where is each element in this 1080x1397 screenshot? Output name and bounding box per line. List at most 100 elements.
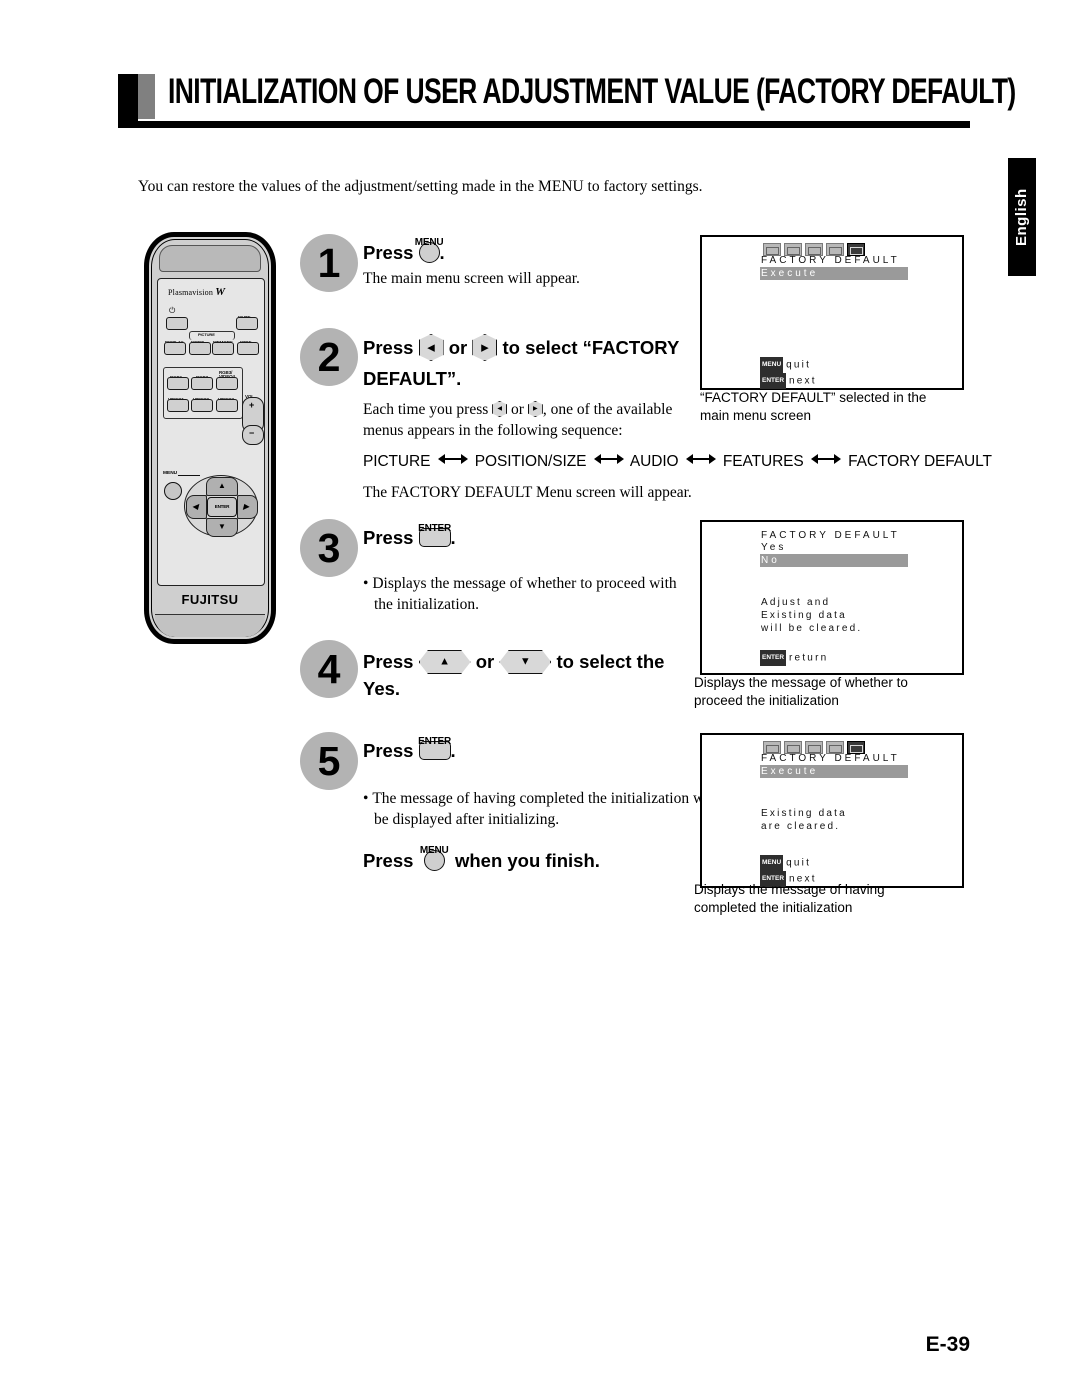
osd-screen-complete: FACTORY DEFAULT Execute Existing data ar… <box>700 733 964 888</box>
step-4-or-word: or <box>475 651 495 672</box>
finish-line: Press MENU when you finish. <box>363 845 600 874</box>
remote-wide-button <box>237 342 259 355</box>
finish-headline: Press MENU when you finish. <box>363 845 600 874</box>
remote-brand-top-mark: W <box>215 286 226 298</box>
header-rule <box>118 121 970 128</box>
step-3-press-word: Press <box>363 527 414 548</box>
step-3-body: Press ENTER . • Displays the message of … <box>363 523 693 615</box>
osd-footer-next-text: next <box>789 375 817 387</box>
remote-button-panel: Plasmavision W ⏻ MUTE PICTURE DISPLAY MO… <box>157 278 265 586</box>
osd-screen-confirm: FACTORY DEFAULT Yes No Adjust and Existi… <box>700 520 964 675</box>
osd-caption-confirm: Displays the message of whether to proce… <box>694 675 908 708</box>
remote-brand-bottom: FUJITSU <box>181 592 239 607</box>
osd-footer-return-text: return <box>789 652 829 664</box>
triangle-right-icon: ▶ <box>243 502 250 511</box>
menu-sequence-line: PICTURE POSITION/SIZE AUDIO FEATURES FAC… <box>363 453 992 471</box>
step-5-headline: Press ENTER . <box>363 736 693 764</box>
osd-message: Adjust and Existing data will be cleared… <box>761 597 863 634</box>
osd-footer-quit-text: quit <box>786 857 812 869</box>
double-arrow-icon <box>437 453 468 465</box>
triangle-up-icon: ▲ <box>218 481 226 490</box>
osd-footer: MENU quit ENTER next <box>760 357 817 389</box>
language-side-tab-label: English <box>1013 188 1030 246</box>
header-black-block <box>118 74 138 122</box>
remote-picture-group-label: PICTURE <box>198 332 215 337</box>
osd-footer-quit-text: quit <box>786 359 812 371</box>
double-arrow-icon <box>810 453 841 465</box>
osd-option-yes: Yes <box>761 542 787 553</box>
remote-rgb2-button <box>191 377 213 390</box>
triangle-left-icon: ◀ <box>427 342 435 352</box>
remote-memory-button <box>212 342 234 355</box>
osd-message: Existing data are cleared. <box>761 808 847 832</box>
step-5-sub-text: The message of having completed the init… <box>372 790 718 828</box>
enter-key-icon: ENTER <box>418 523 451 547</box>
step-5-body: Press ENTER . • The message of having co… <box>363 736 717 830</box>
triangle-left-icon: ◀ <box>192 502 199 511</box>
step-3-badge: 3 <box>300 519 358 577</box>
osd-caption-main-menu: “FACTORY DEFAULT” selected in the main m… <box>700 390 927 423</box>
osd-footer-line: ENTER next <box>760 373 817 389</box>
enter-key-chip: ENTER <box>760 373 787 389</box>
remote-mute-button <box>236 317 258 330</box>
step-2-sub-or: or <box>511 401 524 418</box>
osd-screen-main-menu: FACTORY DEFAULT Execute MENU quit ENTER ne… <box>700 235 964 390</box>
double-arrow-icon <box>685 453 716 465</box>
remote-rgb1-button <box>167 377 189 390</box>
step-2-sub: Each time you press ◀ or ▶, one of the a… <box>363 399 693 441</box>
remote-enter-button: ENTER <box>207 497 237 517</box>
header-gray-block <box>138 74 155 119</box>
step-1-body: Press MENU . The main menu screen will a… <box>363 237 693 289</box>
double-arrow-icon <box>593 453 624 465</box>
remote-display-button <box>164 342 186 355</box>
osd-caption-complete: Displays the message of having completed… <box>694 882 885 915</box>
step-1-press-word: Press <box>363 242 414 263</box>
remote-power-button <box>166 317 188 330</box>
menu-key-chip: MENU <box>760 855 784 871</box>
triangle-right-icon: ▶ <box>481 342 489 352</box>
step-2-sub-before: Each time you press <box>363 401 489 418</box>
enter-key-caption: ENTER <box>418 523 451 534</box>
dpad-left-button: ◀ <box>186 495 207 519</box>
menu-key-caption: MENU <box>414 237 444 248</box>
remote-brand-top-text: Plasmavision <box>168 288 214 297</box>
step-1-sub: The main menu screen will appear. <box>363 270 580 287</box>
enter-key-chip: ENTER <box>760 650 787 666</box>
step-1-badge: 1 <box>300 234 358 292</box>
remote-dpad: ▲ ▼ ◀ ▶ ENTER <box>184 475 258 537</box>
menu-sequence-item-position-size: POSITION/SIZE <box>474 453 587 470</box>
left-arrow-key-icon: ◀ <box>418 334 444 361</box>
step-4-press-word: Press <box>363 651 414 672</box>
menu-key-caption: MENU <box>419 845 449 856</box>
remote-rgb3-video4-button <box>216 377 238 390</box>
menu-key-chip: MENU <box>760 357 784 373</box>
remote-video2-button <box>191 399 213 412</box>
step-3-headline: Press ENTER . <box>363 523 693 551</box>
osd-footer-line: MENU quit <box>760 855 817 871</box>
step-5-period: . <box>450 740 456 761</box>
step-5-badge: 5 <box>300 732 358 790</box>
intro-text: You can restore the values of the adjust… <box>138 178 703 195</box>
step-2-badge: 2 <box>300 328 358 386</box>
remote-mode-button <box>189 342 211 355</box>
finish-press-word: Press <box>363 850 414 871</box>
enter-key-icon: ENTER <box>418 736 451 760</box>
osd-footer: ENTER return <box>760 650 828 666</box>
step-2-or-word: or <box>448 337 468 358</box>
menu-sequence-item-factory-default: FACTORY DEFAULT <box>848 453 992 470</box>
menu-key-icon: MENU <box>420 845 449 871</box>
menu-sequence-item-features: FEATURES <box>722 453 804 470</box>
remote-control-illustration: Plasmavision W ⏻ MUTE PICTURE DISPLAY MO… <box>144 232 276 644</box>
osd-highlight-row: No <box>760 554 908 567</box>
triangle-down-icon: ▼ <box>519 655 531 668</box>
osd-title: FACTORY DEFAULT <box>761 753 900 764</box>
dpad-up-button: ▲ <box>206 477 238 496</box>
step-3-sub-text: Displays the message of whether to proce… <box>372 575 677 613</box>
factory-menu-note: The FACTORY DEFAULT Menu screen will app… <box>363 484 692 501</box>
step-4-body: Press ▲ or ▼ to select the Yes. <box>363 648 693 702</box>
page-header: INITIALIZATION OF USER ADJUSTMENT VALUE … <box>118 71 1016 134</box>
osd-footer-line: ENTER return <box>760 650 828 666</box>
remote-battery-cover <box>155 614 265 637</box>
remote-video1-button <box>167 399 189 412</box>
triangle-right-icon: ▶ <box>533 406 538 412</box>
